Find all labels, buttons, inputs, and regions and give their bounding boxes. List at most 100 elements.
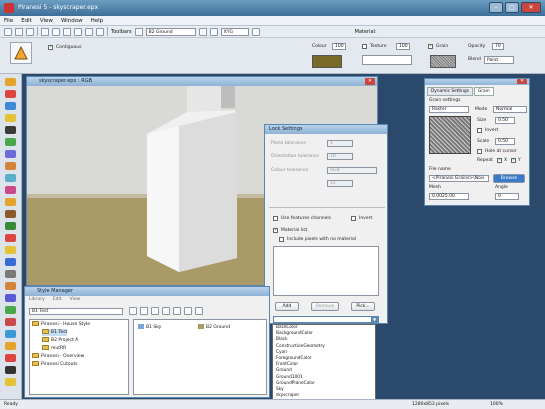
brush-tool-icon[interactable] bbox=[5, 78, 16, 86]
save-icon[interactable] bbox=[26, 27, 34, 36]
mesh-field[interactable]: 0.0025.00 bbox=[429, 193, 469, 200]
pick-button[interactable]: Pick... bbox=[351, 302, 375, 311]
texture-select[interactable] bbox=[362, 55, 412, 65]
paste-icon[interactable] bbox=[63, 27, 71, 36]
grain-mode-select[interactable]: Normal bbox=[493, 106, 527, 113]
repeat-y-checkbox[interactable] bbox=[511, 157, 516, 163]
copy-icon[interactable] bbox=[52, 27, 60, 36]
cut-icon[interactable] bbox=[41, 27, 49, 36]
add-button[interactable]: Add bbox=[275, 302, 299, 311]
hand-tool-icon[interactable] bbox=[5, 210, 16, 218]
viewport-close-icon[interactable]: ✕ bbox=[365, 78, 375, 85]
style-menu-edit[interactable]: Edit bbox=[53, 297, 62, 302]
material-listbox[interactable] bbox=[273, 246, 379, 296]
invert-checkbox[interactable] bbox=[351, 216, 356, 221]
grain-size-field[interactable]: 0.50 bbox=[495, 117, 515, 124]
grain-type-select[interactable]: Raster bbox=[429, 106, 469, 113]
grain-checkbox[interactable] bbox=[428, 43, 433, 49]
lock-tool-icon[interactable] bbox=[5, 126, 16, 134]
new-style-icon[interactable] bbox=[129, 307, 137, 315]
close-button[interactable]: ✕ bbox=[521, 2, 541, 13]
tab-dynamic-settings[interactable]: Dynamic Settings bbox=[427, 87, 473, 96]
style-library-select[interactable]: B1 Test bbox=[29, 308, 123, 315]
repeat-x-checkbox[interactable] bbox=[497, 157, 502, 163]
wand-tool-icon[interactable] bbox=[5, 114, 16, 122]
toolbars-label[interactable]: Toolbars bbox=[111, 29, 132, 35]
tree-tool-icon[interactable] bbox=[5, 138, 16, 146]
zoom-icon[interactable] bbox=[96, 27, 104, 36]
grain-preview[interactable] bbox=[430, 55, 456, 68]
delete-style-icon[interactable] bbox=[151, 307, 159, 315]
colour-swatch[interactable] bbox=[312, 55, 342, 68]
pencil-tool-icon[interactable] bbox=[5, 90, 16, 98]
style-search-icon[interactable] bbox=[184, 307, 192, 315]
plane-tolerance-field[interactable]: 1 bbox=[327, 140, 353, 147]
chevron-down-icon[interactable]: ▼ bbox=[371, 317, 378, 322]
camera-tool-icon[interactable] bbox=[5, 258, 16, 266]
grain-scale-field[interactable]: 0.50 bbox=[495, 138, 515, 145]
measure-tool-icon[interactable] bbox=[5, 318, 16, 326]
texture-value-field[interactable]: 100 bbox=[396, 43, 410, 50]
layer-select[interactable]: B2 Ground bbox=[145, 27, 196, 36]
file-name-field[interactable]: <Piranesi Grains>\Nois bbox=[429, 175, 489, 182]
axis-icon[interactable] bbox=[251, 27, 260, 36]
style-tool-icon[interactable] bbox=[5, 342, 16, 350]
menu-window[interactable]: Window bbox=[61, 18, 83, 24]
tree-row[interactable]: B2 Project A bbox=[42, 337, 78, 344]
fill-tool-icon[interactable] bbox=[5, 186, 16, 194]
colour-tolerance-value-field[interactable]: 15 bbox=[327, 180, 353, 187]
eraser-tool-icon[interactable] bbox=[5, 270, 16, 278]
swap-colour-icon[interactable] bbox=[5, 378, 16, 386]
menu-edit[interactable]: Edit bbox=[21, 18, 32, 24]
hole-at-cursor-checkbox[interactable] bbox=[477, 149, 482, 154]
tree-row[interactable]: B1 Test bbox=[42, 329, 68, 336]
include-pixels-checkbox[interactable] bbox=[279, 237, 284, 242]
contiguous-checkbox[interactable] bbox=[48, 44, 53, 50]
opacity-value-field[interactable]: 70 bbox=[492, 43, 504, 50]
tree-row[interactable]: Piranesi - House Style bbox=[32, 321, 90, 328]
apply-style-icon[interactable] bbox=[162, 307, 170, 315]
refresh-style-icon[interactable] bbox=[173, 307, 181, 315]
grain-panel-close-icon[interactable]: ✕ bbox=[517, 79, 527, 84]
bg-colour-swatch[interactable] bbox=[5, 366, 16, 374]
sync-icon[interactable] bbox=[209, 27, 218, 36]
copy-style-icon[interactable] bbox=[140, 307, 148, 315]
colour-value-field[interactable]: 100 bbox=[332, 43, 346, 50]
light-tool-icon[interactable] bbox=[5, 246, 16, 254]
layer-item[interactable]: B1 Sky bbox=[138, 324, 161, 331]
menu-file[interactable]: File bbox=[4, 18, 13, 24]
menu-help[interactable]: Help bbox=[91, 18, 104, 24]
angle-field[interactable]: 0 bbox=[495, 193, 519, 200]
menu-view[interactable]: View bbox=[40, 18, 53, 24]
text-tool-icon[interactable] bbox=[5, 198, 16, 206]
layer-item[interactable]: B2 Ground bbox=[198, 324, 230, 331]
remove-button[interactable]: Remove bbox=[311, 302, 339, 311]
select-tool-icon[interactable] bbox=[5, 102, 16, 110]
open-file-icon[interactable] bbox=[15, 27, 23, 36]
colour-tolerance-select[interactable]: RGB bbox=[327, 167, 377, 174]
maximize-button[interactable]: □ bbox=[505, 2, 519, 13]
new-file-icon[interactable] bbox=[4, 27, 12, 36]
shape-tool-icon[interactable] bbox=[5, 306, 16, 314]
tree-row[interactable]: Piranesi - Overview bbox=[32, 353, 84, 360]
browse-button[interactable]: Browse bbox=[493, 174, 525, 183]
undo-icon[interactable] bbox=[74, 27, 82, 36]
rotate-tool-icon[interactable] bbox=[5, 234, 16, 242]
style-menu-library[interactable]: Library bbox=[29, 297, 45, 302]
material-list-checkbox[interactable] bbox=[273, 227, 278, 233]
line-tool-icon[interactable] bbox=[5, 294, 16, 302]
use-feature-channels-checkbox[interactable] bbox=[273, 216, 278, 221]
minimize-button[interactable]: – bbox=[489, 2, 503, 13]
style-settings-icon[interactable] bbox=[195, 307, 203, 315]
person-tool-icon[interactable] bbox=[5, 150, 16, 158]
orientation-tolerance-field[interactable]: 10 bbox=[327, 153, 353, 160]
texture-checkbox[interactable] bbox=[362, 44, 367, 49]
grid-icon[interactable] bbox=[134, 27, 143, 36]
tree-row[interactable]: mutRR bbox=[42, 345, 66, 352]
blend-select[interactable]: Paint bbox=[484, 56, 514, 64]
eyedropper-tool-icon[interactable] bbox=[5, 174, 16, 182]
redo-icon[interactable] bbox=[85, 27, 93, 36]
material-combo[interactable]: ▼ bbox=[273, 316, 379, 323]
sky-tool-icon[interactable] bbox=[5, 330, 16, 338]
units-select[interactable]: XYG bbox=[220, 27, 249, 36]
